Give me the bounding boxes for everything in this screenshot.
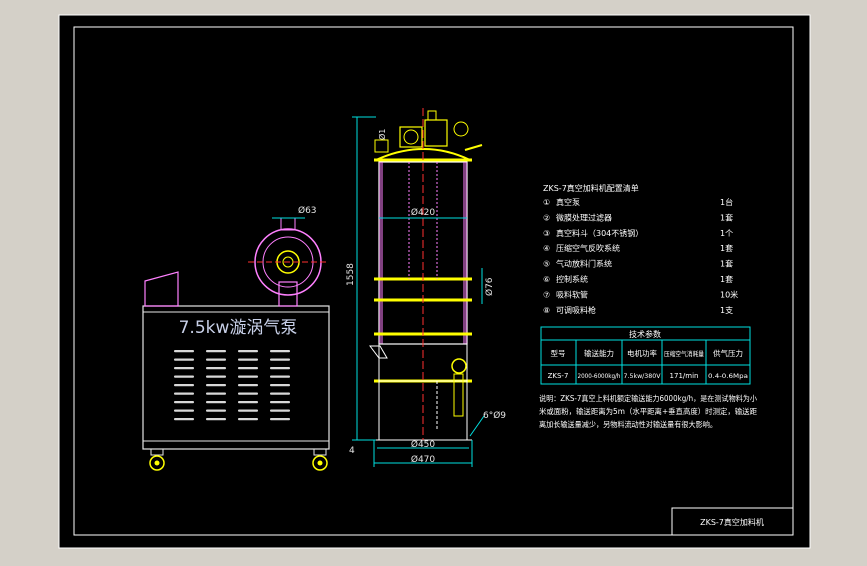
tech-header-pressure: 供气压力 [713, 348, 743, 358]
vent-slot [206, 384, 226, 387]
vent-slot [174, 401, 194, 404]
dim-holes-label: 6°Ø9 [483, 410, 506, 421]
config-item-name: 压缩空气反吹系统 [556, 243, 620, 253]
vent-slot [270, 418, 290, 421]
dim-bottom-inner-label: Ø450 [411, 439, 436, 450]
vent-slot [270, 392, 290, 395]
vent-slot [174, 358, 194, 361]
tech-table-title: 技术参数 [629, 329, 661, 339]
hopper-cylinder-fill-r [463, 162, 467, 344]
config-item-name: 可调吸料枪 [556, 305, 596, 315]
title-block-title: ZKS-7真空加料机 [700, 517, 764, 527]
config-item-qty: 1台 [720, 197, 733, 207]
dim-leg-label: 4 [349, 446, 355, 456]
dim-top-label: Ø1 [377, 129, 387, 140]
config-item-number: ② [543, 213, 550, 222]
tech-cell-power: 7.5kw/380V [624, 372, 662, 380]
dim-height-label: 1558 [346, 263, 356, 286]
vent-slot [174, 418, 194, 421]
vent-slot [174, 409, 194, 412]
tech-header-power: 电机功率 [627, 348, 657, 358]
pump-label: 7.5kw漩涡气泵 [179, 318, 298, 338]
vent-slot [238, 418, 258, 421]
wheel-left-hub [154, 460, 160, 466]
vent-slot [174, 350, 194, 353]
tech-header-air: 压缩空气消耗量 [664, 349, 704, 358]
config-item-number: ④ [543, 244, 550, 253]
vent-slot [206, 358, 226, 361]
config-item-number: ③ [543, 229, 550, 238]
config-item-number: ① [543, 198, 550, 207]
config-item-number: ⑥ [543, 275, 550, 284]
tech-cell-air: 171/min [670, 372, 699, 380]
wheel-right-hub [317, 460, 323, 466]
config-item-number: ⑧ [543, 306, 550, 315]
vent-slot [238, 392, 258, 395]
config-item-qty: 1个 [720, 229, 733, 238]
vent-slot [206, 409, 226, 412]
tech-cell-model: ZKS-7 [548, 372, 569, 380]
vent-slot [238, 350, 258, 353]
config-item-number: ⑤ [543, 260, 550, 269]
config-item-name: 微膜处理过滤器 [556, 212, 612, 222]
vent-slot [270, 401, 290, 404]
vent-slot [270, 358, 290, 361]
config-list-title: ZKS-7真空加料机配置清单 [543, 183, 639, 193]
config-item-qty: 1套 [720, 259, 733, 269]
note-line-1: 说明：ZKS-7真空上料机额定输送能力6000kg/h，是在测试物料为小 [539, 393, 757, 403]
note-line-2: 米或面粉，输送距离为5m（水平距离+垂直高度）时测定，输送距 [539, 406, 757, 416]
vent-slot [174, 384, 194, 387]
tech-cell-capacity: 2000-6000kg/h [578, 372, 621, 380]
config-item-name: 真空料斗（304不锈钢） [556, 228, 643, 238]
vent-slot [238, 375, 258, 378]
config-item-qty: 1套 [720, 212, 733, 222]
config-item-name: 控制系统 [556, 274, 588, 284]
vent-slot [238, 358, 258, 361]
vent-slot [206, 367, 226, 370]
config-item-number: ⑦ [543, 290, 550, 299]
hopper-cylinder-fill-l [379, 162, 383, 344]
tech-cell-pressure: 0.4-0.6Mpa [708, 372, 748, 380]
vent-slot [238, 409, 258, 412]
vent-slot [206, 350, 226, 353]
config-item-qty: 1套 [720, 243, 733, 253]
config-item-name: 吸料软管 [556, 289, 588, 299]
config-item-name: 真空泵 [556, 197, 580, 207]
tech-header-model: 型号 [551, 349, 566, 358]
vent-slot [238, 401, 258, 404]
vent-slot [206, 375, 226, 378]
vent-slot [270, 350, 290, 353]
config-item-qty: 1支 [720, 305, 733, 315]
config-item-qty: 10米 [720, 289, 738, 299]
dim-side-label: Ø76 [484, 277, 495, 296]
config-item-qty: 1套 [720, 274, 733, 284]
drawing-sheet [58, 14, 811, 549]
dim-bottom-outer-label: Ø470 [411, 454, 436, 465]
outlet-dim-label: Ø63 [298, 205, 317, 216]
vent-slot [238, 384, 258, 387]
config-item-name: 气动放料门系统 [556, 259, 612, 269]
vent-slot [174, 375, 194, 378]
vent-slot [174, 367, 194, 370]
vent-slot [270, 384, 290, 387]
tech-header-capacity: 输送能力 [584, 348, 614, 358]
dim-diameter-label: Ø420 [411, 207, 436, 218]
vent-slot [206, 401, 226, 404]
note-line-3: 离加长输送量减少，另物料流动性对输送量有很大影响。 [539, 419, 717, 429]
vent-slot [270, 367, 290, 370]
vent-slot [238, 367, 258, 370]
cad-drawing: 7.5kw漩涡气泵 Ø63 1558 4 Ø1 Ø420 Ø76 6°Ø9 Ø4… [58, 14, 811, 549]
cad-drawing-viewport: 7.5kw漩涡气泵 Ø63 1558 4 Ø1 Ø420 Ø76 6°Ø9 Ø4… [0, 0, 867, 562]
vent-slot [206, 418, 226, 421]
vent-slot [270, 375, 290, 378]
vent-slot [270, 409, 290, 412]
vent-slot [206, 392, 226, 395]
vent-slot [174, 392, 194, 395]
